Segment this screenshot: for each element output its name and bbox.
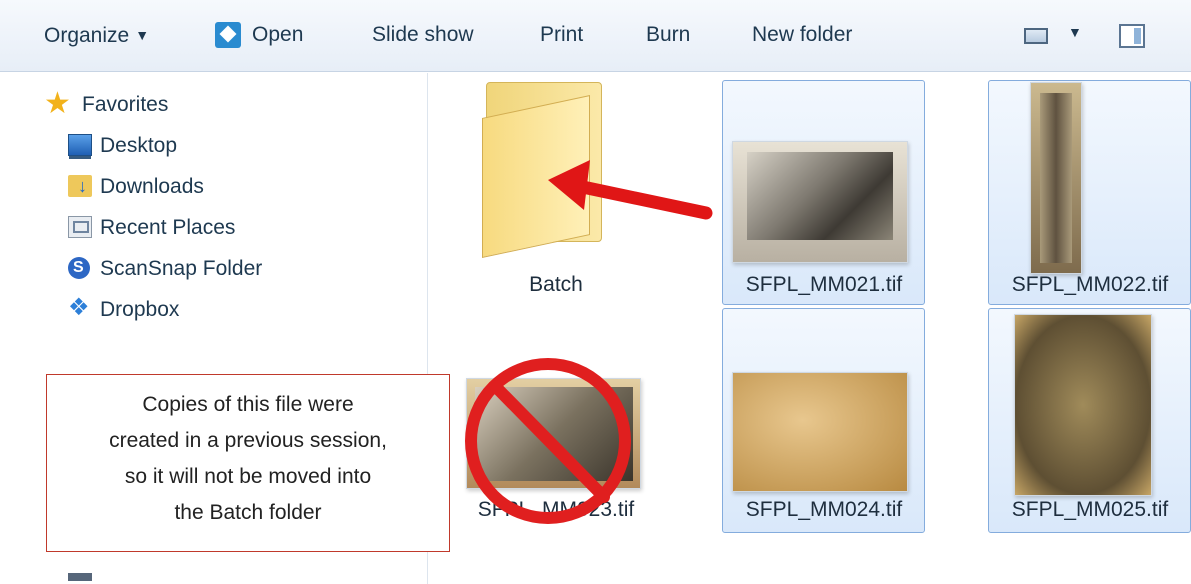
callout-line: the Batch folder xyxy=(174,501,322,524)
no-symbol-icon xyxy=(465,358,631,524)
callout-line: Copies of this file were xyxy=(142,393,354,416)
callout-line: so it will not be moved into xyxy=(124,465,372,488)
red-arrow-icon xyxy=(548,160,713,220)
annotation-callout: Copies of this file were created in a pr… xyxy=(46,374,450,552)
callout-line: created in a previous session, xyxy=(109,429,387,452)
